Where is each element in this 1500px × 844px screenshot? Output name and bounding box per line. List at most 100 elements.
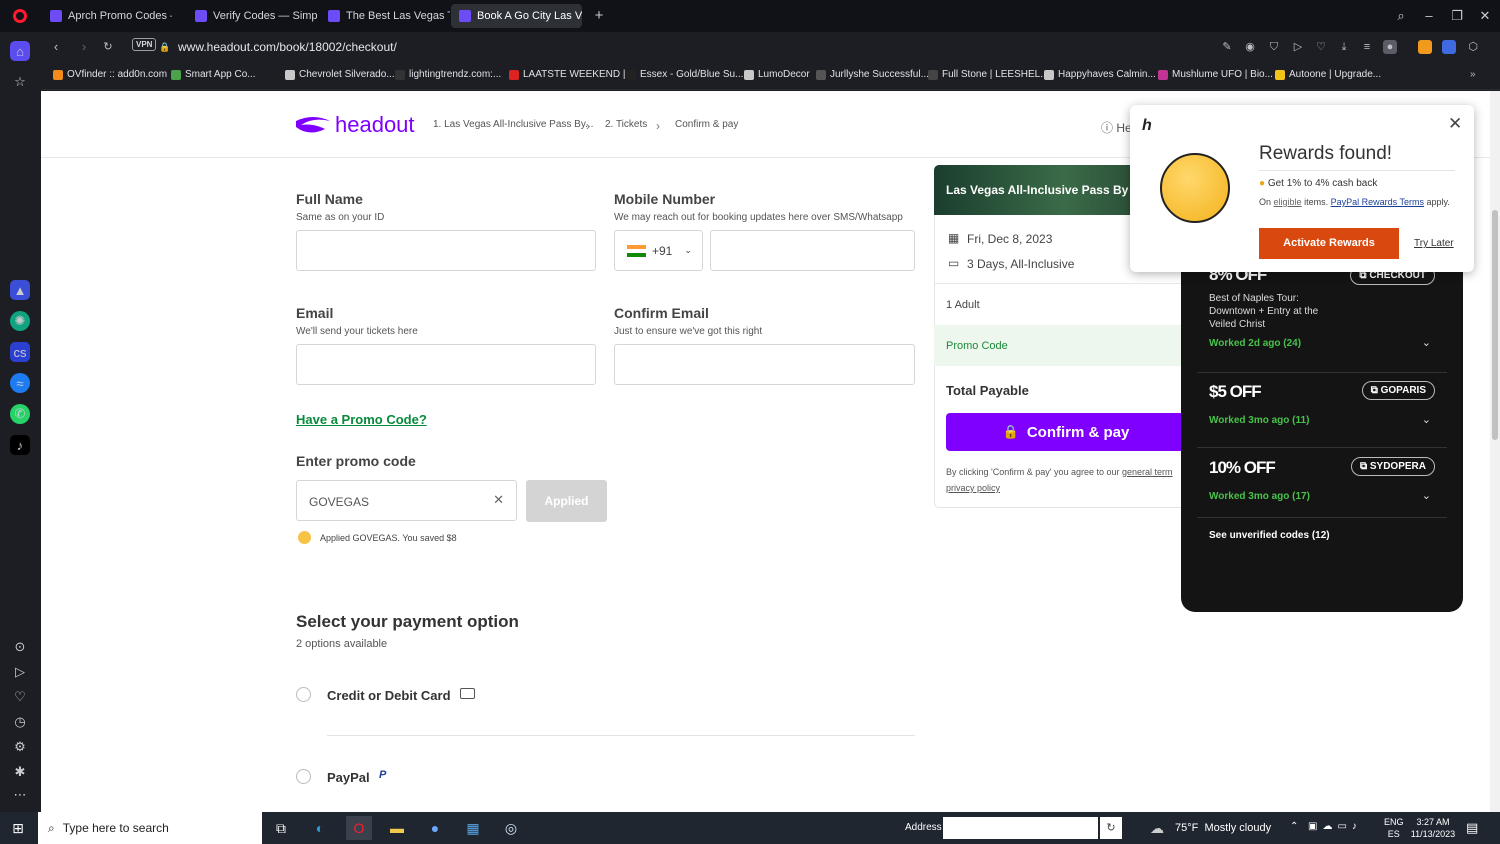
bookmark-10[interactable]: Happyhaves Calmin...: [1044, 69, 1156, 80]
reload-icon[interactable]: ↻: [101, 40, 115, 54]
opera-logo-icon[interactable]: [13, 9, 27, 23]
new-tab-icon[interactable]: +: [589, 6, 609, 26]
bookmark-11[interactable]: Mushlume UFO | Bio...: [1158, 69, 1273, 80]
promo-input[interactable]: GOVEGAS ✕: [296, 480, 517, 521]
bookmark-9[interactable]: Full Stone | LEESHEL...: [928, 69, 1049, 80]
email-input[interactable]: [296, 344, 596, 385]
try-later-link[interactable]: Try Later: [1414, 238, 1454, 249]
confirm-pay-button[interactable]: 🔒 Confirm & pay: [946, 413, 1186, 451]
privacy-link[interactable]: privacy policy: [946, 483, 1000, 493]
country-code-select[interactable]: +91 ⌄: [614, 230, 703, 271]
bookmark-6[interactable]: Essex - Gold/Blue Su...: [626, 69, 743, 80]
settings-icon[interactable]: ⚙: [10, 737, 30, 757]
more-bookmarks-icon[interactable]: »: [1470, 69, 1476, 80]
bookmark-3[interactable]: Chevrolet Silverado...: [285, 69, 395, 80]
paypal-terms-link[interactable]: PayPal Rewards Terms: [1331, 197, 1424, 207]
file-explorer-icon[interactable]: ▬: [384, 816, 410, 840]
history-icon[interactable]: ◷: [10, 712, 30, 732]
tab-2[interactable]: Verify Codes — SimplyCo: [187, 4, 317, 28]
confirm-email-input[interactable]: [614, 344, 915, 385]
whatsapp-icon[interactable]: ✆: [10, 404, 30, 424]
full-name-input[interactable]: [296, 230, 596, 271]
breadcrumb-step-1[interactable]: 1. Las Vegas All-Inclusive Pass By...: [433, 119, 593, 130]
activate-rewards-button[interactable]: Activate Rewards: [1259, 228, 1399, 259]
unverified-codes-link[interactable]: See unverified codes (12): [1209, 530, 1330, 541]
camera-icon[interactable]: ◉: [1243, 40, 1257, 54]
extension-honey-icon[interactable]: [1418, 40, 1432, 54]
heart-icon[interactable]: ♡: [1314, 40, 1328, 54]
chevron-down-icon[interactable]: ⌄: [1422, 489, 1431, 502]
calculator-icon[interactable]: ▦: [460, 816, 486, 840]
bookmark-2[interactable]: Smart App Co...: [171, 69, 256, 80]
windows-start-icon[interactable]: ⊞: [5, 816, 31, 840]
url-field[interactable]: www.headout.com/book/18002/checkout/: [178, 37, 1258, 58]
card-radio[interactable]: [296, 687, 311, 702]
shield-icon[interactable]: ⛉: [1267, 40, 1281, 54]
chat-app-icon[interactable]: ●: [422, 816, 448, 840]
tiktok-icon[interactable]: ♪: [10, 435, 30, 455]
tab-4-active[interactable]: Book A Go City Las Vegas: [451, 4, 582, 28]
flow-icon[interactable]: ▷: [10, 662, 30, 682]
chatgpt-icon[interactable]: ✺: [10, 311, 30, 331]
applied-button[interactable]: Applied: [526, 480, 607, 522]
bookmark-7[interactable]: LumoDecor: [744, 69, 810, 80]
breadcrumb-step-2[interactable]: 2. Tickets: [605, 119, 647, 130]
minimize-icon[interactable]: –: [1419, 6, 1439, 26]
close-popup-icon[interactable]: ✕: [1448, 114, 1462, 134]
paypal-option-label[interactable]: PayPal: [327, 770, 370, 785]
download-icon[interactable]: ⤓: [1337, 40, 1351, 54]
chatsonic-icon[interactable]: cs: [10, 342, 30, 362]
address-toolbar-input[interactable]: [943, 817, 1098, 839]
clear-icon[interactable]: ✕: [493, 492, 504, 508]
extension-icon[interactable]: [1442, 40, 1456, 54]
maximize-icon[interactable]: ❐: [1447, 6, 1467, 26]
close-window-icon[interactable]: ✕: [1475, 6, 1495, 26]
bookmark-8[interactable]: Jurllyshe Successful...: [816, 69, 929, 80]
profile-icon[interactable]: ●: [1383, 40, 1397, 54]
aria-icon[interactable]: ▲: [10, 280, 30, 300]
chevron-down-icon[interactable]: ⌄: [1422, 413, 1431, 426]
forward-icon[interactable]: ›: [77, 40, 91, 54]
terms-link[interactable]: general term: [1122, 467, 1173, 477]
bookmark-4[interactable]: lightingtrendz.com:...: [395, 69, 501, 80]
edge-icon[interactable]: ◐: [307, 816, 333, 840]
weather-text[interactable]: 75°F Mostly cloudy: [1175, 822, 1271, 834]
coupon-code-button[interactable]: ⧉ SYDOPERA: [1350, 457, 1435, 476]
tray-icons[interactable]: ▣☁▭♪: [1308, 821, 1362, 832]
address-refresh-icon[interactable]: ↻: [1100, 817, 1122, 839]
notification-icon[interactable]: ▤: [1466, 820, 1478, 836]
tray-chevron-icon[interactable]: ⌃: [1290, 821, 1298, 832]
home-icon[interactable]: ⌂: [10, 41, 30, 61]
scrollbar-thumb[interactable]: [1492, 210, 1498, 440]
page-scrollbar[interactable]: [1490, 91, 1500, 812]
back-icon[interactable]: ‹: [49, 40, 63, 54]
bookmark-1[interactable]: OVfinder :: add0n.com: [53, 69, 167, 80]
eligible-link[interactable]: eligible: [1274, 197, 1302, 207]
pinboard-icon[interactable]: ♡: [10, 687, 30, 707]
play-icon[interactable]: ▷: [1291, 40, 1305, 54]
mobile-input[interactable]: [710, 230, 915, 271]
bookmark-5[interactable]: LAATSTE WEEKEND |...: [509, 69, 634, 80]
steam-icon[interactable]: ◎: [498, 816, 524, 840]
menu-icon[interactable]: ≡: [1360, 40, 1374, 54]
messenger-icon[interactable]: ≈: [10, 373, 30, 393]
tab-3[interactable]: The Best Las Vegas Tours: [320, 4, 450, 28]
edit-icon[interactable]: ✎: [1220, 40, 1234, 54]
clock[interactable]: 3:27 AM 11/13/2023: [1408, 816, 1458, 840]
speed-dial-icon[interactable]: ☆: [10, 72, 30, 92]
more-icon[interactable]: ⋯: [10, 785, 30, 805]
coupon-code-button[interactable]: ⧉ GOPARIS: [1361, 381, 1435, 400]
tab-1[interactable]: Aprch Promo Codes – 15: [42, 4, 172, 28]
player-icon[interactable]: ⊙: [10, 637, 30, 657]
chevron-down-icon[interactable]: ⌄: [1422, 336, 1431, 349]
card-option-label[interactable]: Credit or Debit Card: [327, 688, 451, 703]
opera-taskbar-icon[interactable]: O: [346, 816, 372, 840]
promo-code-link[interactable]: Have a Promo Code?: [296, 412, 427, 427]
bookmark-12[interactable]: Autoone | Upgrade...: [1275, 69, 1381, 80]
language-indicator[interactable]: ENG ES: [1384, 816, 1404, 840]
vpn-badge[interactable]: VPN: [132, 38, 157, 51]
help-link[interactable]: ⓘ He: [1101, 119, 1132, 136]
tips-icon[interactable]: ✱: [10, 762, 30, 782]
taskbar-search-box[interactable]: ⌕ Type here to search: [38, 812, 262, 844]
task-view-icon[interactable]: ⧉: [268, 816, 294, 840]
